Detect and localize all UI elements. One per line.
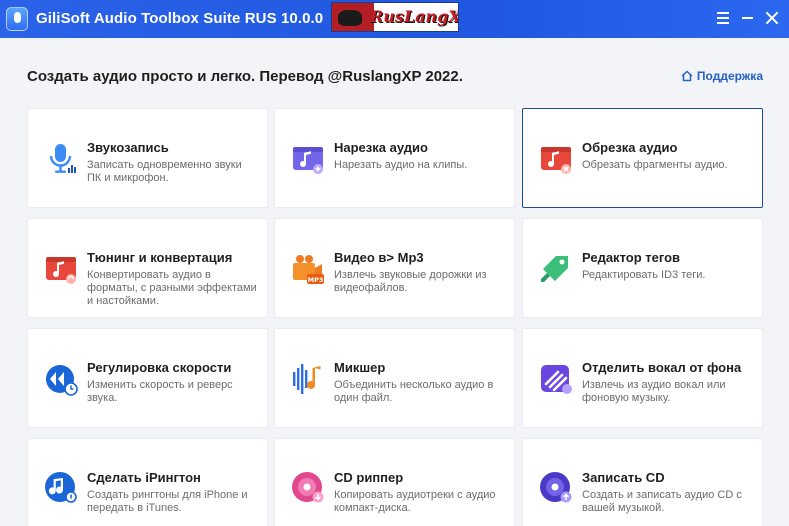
tool-description: Обрезать фрагменты аудио. bbox=[582, 159, 728, 171]
cd-burner-icon bbox=[540, 472, 572, 503]
tool-description: Извлечь звуковые дорожки из видеофайлов. bbox=[334, 269, 487, 294]
tool-card-video-to-mp3[interactable]: MP3 Видео в> Mp3 Извлечь звуковые дорожк… bbox=[274, 218, 515, 318]
tool-description: Создать и записать аудио CD с вашей музы… bbox=[582, 489, 742, 514]
tool-card-ringtone-maker[interactable]: Сделать iРингтон Создать рингтоны для iP… bbox=[27, 438, 268, 526]
tool-card-vocal-remover[interactable]: Отделить вокал от фона Извлечь из аудио … bbox=[522, 328, 763, 428]
tool-card-cd-ripper[interactable]: CD риппер Копировать аудиотреки с аудио … bbox=[274, 438, 515, 526]
page-headline: Создать аудио просто и легко. Перевод @R… bbox=[27, 68, 463, 85]
banner-emblem bbox=[332, 3, 374, 31]
tool-title: Звукозапись bbox=[87, 140, 169, 155]
window-title: GiliSoft Audio Toolbox Suite RUS 10.0.0 bbox=[36, 10, 324, 27]
minimize-button[interactable] bbox=[736, 6, 760, 30]
home-icon bbox=[681, 70, 693, 82]
tool-card-audio-converter[interactable]: Тюнинг и конвертация Конвертировать ауди… bbox=[27, 218, 268, 318]
close-button[interactable] bbox=[760, 6, 784, 30]
tool-title: Регулировка скорости bbox=[87, 360, 232, 375]
tool-card-audio-recorder[interactable]: Звукозапись Записать одновременно звуки … bbox=[27, 108, 268, 208]
tool-description: Создать рингтоны для iPhone и передать в… bbox=[87, 489, 248, 514]
video-to-mp3-icon: MP3 bbox=[293, 255, 324, 284]
tool-title: Обрезка аудио bbox=[582, 140, 678, 155]
ringtone-icon bbox=[45, 472, 77, 503]
tool-title: Записать CD bbox=[582, 470, 665, 485]
tool-card-audio-trimmer[interactable]: Обрезка аудио Обрезать фрагменты аудио. bbox=[522, 108, 763, 208]
tool-description: Копировать аудиотреки с аудио компакт-ди… bbox=[334, 489, 496, 514]
tool-card-mixer[interactable]: Микшер Объединить несколько аудио в один… bbox=[274, 328, 515, 428]
tool-description: Записать одновременно звуки ПК и микрофо… bbox=[87, 159, 242, 184]
tool-card-audio-cutter[interactable]: Нарезка аудио Нарезать аудио на клипы. bbox=[274, 108, 515, 208]
vocal-remover-icon bbox=[541, 365, 572, 394]
menu-button[interactable] bbox=[712, 6, 736, 30]
tool-title: Отделить вокал от фона bbox=[582, 360, 742, 375]
tool-description: Конвертировать аудио в форматы, с разным… bbox=[87, 269, 257, 307]
audio-cut-icon bbox=[293, 147, 323, 174]
tool-card-speed-changer[interactable]: Регулировка скорости Изменить скорость и… bbox=[27, 328, 268, 428]
mixer-icon bbox=[293, 364, 321, 394]
tool-description: Объединить несколько аудио в один файл. bbox=[334, 379, 494, 404]
tool-card-tag-editor[interactable]: Редактор тегов Редактировать ID3 теги. bbox=[522, 218, 763, 318]
tool-description: Нарезать аудио на клипы. bbox=[334, 159, 468, 171]
support-link[interactable]: Поддержка bbox=[681, 69, 763, 83]
support-label: Поддержка bbox=[696, 69, 763, 83]
cd-ripper-icon bbox=[292, 472, 324, 503]
translator-banner: RusLangXP bbox=[331, 2, 459, 32]
tool-title: Микшер bbox=[334, 360, 386, 375]
tool-title: CD риппер bbox=[334, 470, 404, 485]
title-bar: GiliSoft Audio Toolbox Suite RUS 10.0.0 … bbox=[0, 0, 789, 38]
tool-title: Редактор тегов bbox=[582, 250, 681, 265]
tool-title: Нарезка аудио bbox=[334, 140, 428, 155]
tool-description: Редактировать ID3 теги. bbox=[582, 269, 706, 281]
tool-title: Сделать iРингтон bbox=[87, 470, 201, 485]
tool-title: Тюнинг и конвертация bbox=[87, 250, 233, 265]
tag-editor-icon bbox=[541, 256, 568, 282]
tool-description: Изменить скорость и реверс звука. bbox=[87, 379, 233, 404]
tool-title: Видео в> Mp3 bbox=[334, 250, 424, 265]
speed-icon bbox=[46, 365, 78, 396]
banner-text: RusLangXP bbox=[370, 7, 458, 26]
audio-convert-icon bbox=[46, 257, 76, 284]
tool-card-cd-burner[interactable]: Записать CD Создать и записать аудио CD … bbox=[522, 438, 763, 526]
tool-description: Извлечь из аудио вокал или фоновую музык… bbox=[582, 379, 726, 404]
audio-trim-icon bbox=[541, 147, 571, 174]
svg-text:MP3: MP3 bbox=[308, 276, 324, 284]
app-logo-icon bbox=[6, 7, 28, 31]
microphone-icon bbox=[49, 144, 76, 173]
